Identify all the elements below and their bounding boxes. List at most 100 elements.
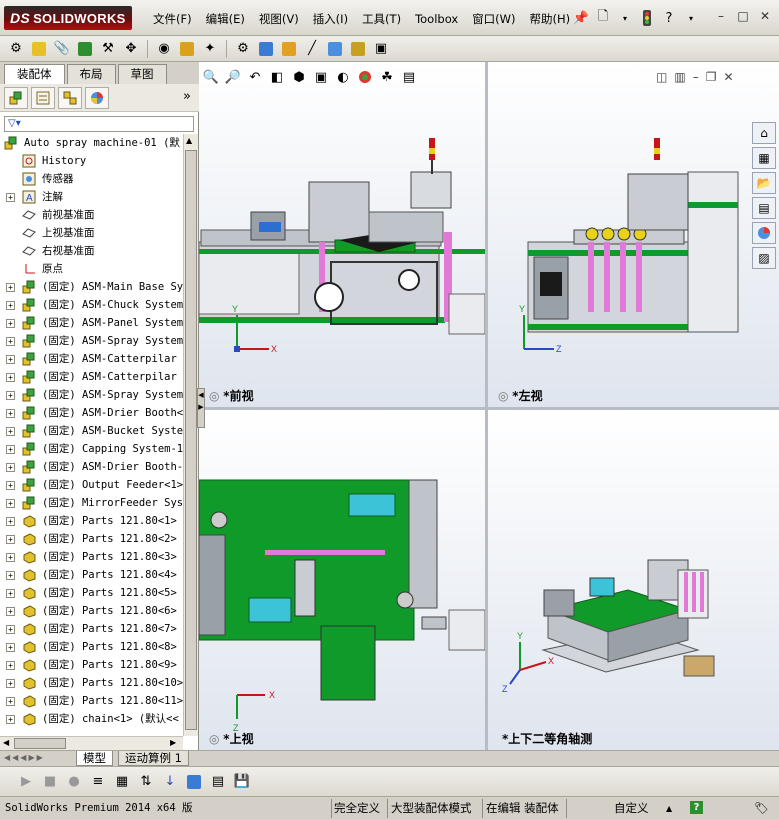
tree-item[interactable]: + (固定) ASM-Panel System xyxy=(0,314,183,332)
tab-layout[interactable]: 布局 xyxy=(66,64,116,84)
dropdown-arrow-icon[interactable]: ▾ xyxy=(616,9,634,27)
tree-item[interactable]: + (固定) MirrorFeeder Sys xyxy=(0,494,183,512)
expand-toggle-icon[interactable]: + xyxy=(6,499,15,508)
tree-item[interactable]: + (固定) Parts 121.80<9> xyxy=(0,656,183,674)
panel-collapse-handle[interactable]: ◀ ▶ xyxy=(197,388,205,428)
tab-motion-study[interactable]: 运动算例 1 xyxy=(118,751,189,766)
minimize-icon[interactable]: – xyxy=(713,8,729,24)
expand-toggle-icon[interactable]: + xyxy=(6,409,15,418)
menu-insert[interactable]: 插入(I) xyxy=(306,10,355,28)
tree-item[interactable]: + (固定) Parts 121.80<2> xyxy=(0,530,183,548)
expand-toggle-icon[interactable]: + xyxy=(6,607,15,616)
tree-item[interactable]: + (固定) ASM-Catterpilar xyxy=(0,350,183,368)
expand-toggle-icon[interactable]: + xyxy=(6,643,15,652)
feature-manager-icon[interactable] xyxy=(4,86,28,109)
expand-toggle-icon[interactable]: + xyxy=(6,553,15,562)
viewport-expand-icon[interactable]: ◫ xyxy=(656,70,667,84)
bill-of-materials-icon[interactable] xyxy=(256,39,276,59)
display-manager-icon[interactable] xyxy=(85,86,109,109)
tree-item[interactable]: 前视基准面 xyxy=(0,206,183,224)
play-icon[interactable]: ▶ xyxy=(16,772,36,792)
new-document-icon[interactable]: 🗋 xyxy=(594,9,612,27)
tree-item[interactable]: + (固定) Parts 121.80<7> xyxy=(0,620,183,638)
help-icon[interactable]: ? xyxy=(660,9,678,27)
restore-icon[interactable]: □ xyxy=(735,8,751,24)
tab-assembly[interactable]: 装配体 xyxy=(4,64,65,84)
viewport-split-icon[interactable]: ▥ xyxy=(674,70,685,84)
menu-tools[interactable]: 工具(T) xyxy=(355,10,408,28)
section-view-icon[interactable]: ◧ xyxy=(267,67,287,87)
expand-toggle-icon[interactable]: + xyxy=(6,373,15,382)
tree-item[interactable]: + (固定) Parts 121.80<11> xyxy=(0,692,183,710)
edit-component-icon[interactable]: ⚙ xyxy=(6,39,26,59)
menu-view[interactable]: 视图(V) xyxy=(252,10,306,28)
tree-item[interactable]: + (固定) Parts 121.80<3> xyxy=(0,548,183,566)
tab-sketch[interactable]: 草图 xyxy=(117,64,167,84)
tree-vertical-scrollbar[interactable]: ▲ xyxy=(183,134,198,736)
expand-toggle-icon[interactable]: + xyxy=(6,355,15,364)
file-explorer-icon[interactable]: 📂 xyxy=(752,172,776,194)
close-icon[interactable]: ✕ xyxy=(757,8,773,24)
viewport-minimize-icon[interactable]: – xyxy=(693,70,699,84)
tree-item[interactable]: + (固定) ASM-Main Base Sy xyxy=(0,278,183,296)
expand-toggle-icon[interactable]: + xyxy=(6,445,15,454)
tree-root-assembly[interactable]: Auto spray machine-01 (默 xyxy=(0,134,183,152)
tree-horizontal-scrollbar[interactable]: ◀ ▶ xyxy=(0,736,183,750)
traffic-light-icon[interactable] xyxy=(638,9,656,27)
menu-edit[interactable]: 编辑(E) xyxy=(199,10,252,28)
tree-item[interactable]: + (固定) Parts 121.80<4> xyxy=(0,566,183,584)
tree-item[interactable]: + (固定) ASM-Chuck System xyxy=(0,296,183,314)
timeline-icon[interactable]: ↓ xyxy=(160,772,180,792)
view-palette-icon[interactable]: ▤ xyxy=(752,197,776,219)
status-units[interactable]: 自定义 xyxy=(614,800,649,817)
scroll-thumb[interactable] xyxy=(185,150,197,730)
viewport-top[interactable]: X Z ◎ *上视 xyxy=(199,410,485,750)
tab-model[interactable]: 模型 xyxy=(76,751,113,766)
hide-show-items-icon[interactable]: ◐ xyxy=(333,67,353,87)
scroll-left-icon[interactable]: ◀ xyxy=(3,738,9,747)
expand-toggle-icon[interactable]: + xyxy=(6,319,15,328)
expand-toggle-icon[interactable]: + xyxy=(6,571,15,580)
tag-icon[interactable]: 🏷 xyxy=(754,800,769,817)
tree-item[interactable]: + (固定) ASM-Catterpilar xyxy=(0,368,183,386)
viewport-close-icon[interactable]: ✕ xyxy=(723,70,733,84)
assembly-features-icon[interactable] xyxy=(177,39,197,59)
property-manager-icon[interactable] xyxy=(31,86,55,109)
tree-item[interactable]: 原点 xyxy=(0,260,183,278)
tree-item[interactable]: + (固定) Parts 121.80<8> xyxy=(0,638,183,656)
expand-toggle-icon[interactable]: + xyxy=(6,391,15,400)
scroll-up-icon[interactable]: ▲ xyxy=(186,136,192,145)
expand-toggle-icon[interactable]: + xyxy=(6,715,15,724)
view-orientation-icon[interactable]: ⬢ xyxy=(289,67,309,87)
explode-line-icon[interactable]: ╱ xyxy=(302,39,322,59)
configuration-manager-icon[interactable] xyxy=(58,86,82,109)
more-managers-icon[interactable]: » xyxy=(183,89,191,104)
linear-pattern-icon[interactable] xyxy=(75,39,95,59)
viewport-left[interactable]: Y Z ◎ *左视 xyxy=(488,62,779,407)
table-icon[interactable]: ▤ xyxy=(208,772,228,792)
units-arrow-icon[interactable]: ▲ xyxy=(666,800,672,817)
tree-item[interactable]: + (固定) ASM-Drier Booth< xyxy=(0,404,183,422)
viewport-restore-icon[interactable]: ❐ xyxy=(706,70,717,84)
scroll-thumb[interactable] xyxy=(14,738,66,749)
move-component-icon[interactable]: ✥ xyxy=(121,39,141,59)
grid-icon[interactable]: ▦ xyxy=(112,772,132,792)
expand-toggle-icon[interactable]: + xyxy=(6,697,15,706)
previous-view-icon[interactable]: ↶ xyxy=(245,67,265,87)
zoom-to-area-icon[interactable]: 🔎 xyxy=(223,67,243,87)
tree-item[interactable]: 上视基准面 xyxy=(0,224,183,242)
tree-item[interactable]: + (固定) Output Feeder<1> xyxy=(0,476,183,494)
insert-component-icon[interactable] xyxy=(29,39,49,59)
reference-geometry-icon[interactable]: ✦ xyxy=(200,39,220,59)
tree-item[interactable]: + (固定) Parts 121.80<10> xyxy=(0,674,183,692)
solidworks-resources-icon[interactable]: ⌂ xyxy=(752,122,776,144)
expand-toggle-icon[interactable]: + xyxy=(6,463,15,472)
viewport-horizontal-splitter[interactable] xyxy=(199,407,779,410)
menu-file[interactable]: 文件(F) xyxy=(146,10,199,28)
record-icon[interactable]: ● xyxy=(64,772,84,792)
tree-item[interactable]: + (固定) ASM-Spray System xyxy=(0,332,183,350)
expand-toggle-icon[interactable]: + xyxy=(6,481,15,490)
design-library-icon[interactable]: ▦ xyxy=(752,147,776,169)
tree-item[interactable]: + (固定) ASM-Drier Booth- xyxy=(0,458,183,476)
stop-icon[interactable]: ■ xyxy=(40,772,60,792)
